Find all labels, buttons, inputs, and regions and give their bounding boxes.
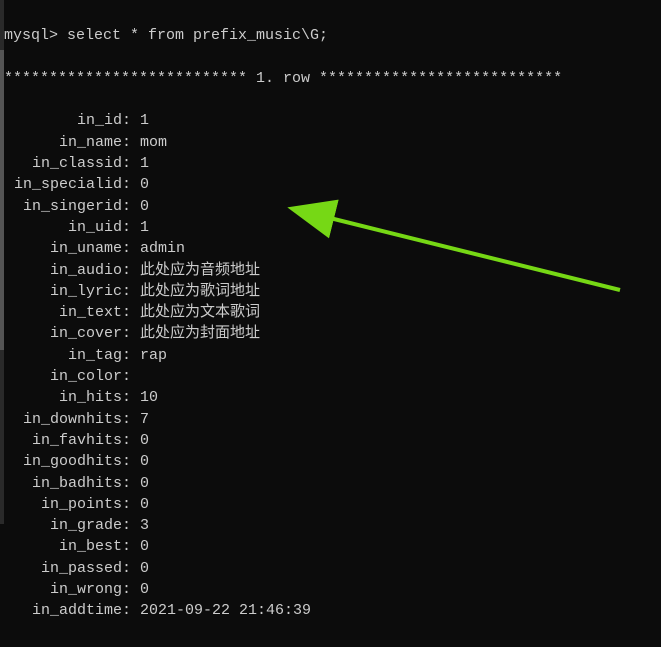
terminal-output: mysql> select * from prefix_music\G; ***… (0, 0, 661, 647)
field-name: in_downhits (4, 409, 122, 430)
field-name: in_grade (4, 515, 122, 536)
field-name: in_id (4, 110, 122, 131)
data-row: in_color: (4, 366, 661, 387)
field-value: 0 (140, 453, 149, 470)
data-row: in_specialid: 0 (4, 174, 661, 195)
data-row: in_singerid: 0 (4, 196, 661, 217)
data-row: in_lyric: 此处应为歌词地址 (4, 281, 661, 302)
field-name: in_uname (4, 238, 122, 259)
data-row: in_uid: 1 (4, 217, 661, 238)
field-name: in_uid (4, 217, 122, 238)
data-row: in_wrong: 0 (4, 579, 661, 600)
field-name: in_addtime (4, 600, 122, 621)
data-row: in_favhits: 0 (4, 430, 661, 451)
data-row: in_points: 0 (4, 494, 661, 515)
field-name: in_cover (4, 323, 122, 344)
field-name: in_name (4, 132, 122, 153)
data-row: in_uname: admin (4, 238, 661, 259)
data-row: in_best: 0 (4, 536, 661, 557)
field-value: 此处应为歌词地址 (140, 283, 260, 300)
field-value: 1 (140, 219, 149, 236)
field-value: rap (140, 347, 167, 364)
field-name: in_badhits (4, 473, 122, 494)
sql-prompt: mysql> select * from prefix_music\G; (4, 25, 661, 46)
field-value: 3 (140, 517, 149, 534)
field-value: 0 (140, 581, 149, 598)
data-row: in_hits: 10 (4, 387, 661, 408)
field-name: in_singerid (4, 196, 122, 217)
field-name: in_passed (4, 558, 122, 579)
field-value: 此处应为封面地址 (140, 325, 260, 342)
data-row: in_text: 此处应为文本歌词 (4, 302, 661, 323)
data-row: in_grade: 3 (4, 515, 661, 536)
field-name: in_hits (4, 387, 122, 408)
field-value: 0 (140, 475, 149, 492)
field-name: in_points (4, 494, 122, 515)
field-value: 0 (140, 176, 149, 193)
data-row: in_goodhits: 0 (4, 451, 661, 472)
field-name: in_best (4, 536, 122, 557)
field-name: in_tag (4, 345, 122, 366)
data-row: in_id: 1 (4, 110, 661, 131)
field-value: 此处应为文本歌词 (140, 304, 260, 321)
row-separator: *************************** 1. row *****… (4, 68, 661, 89)
field-value: 10 (140, 389, 158, 406)
field-value: 1 (140, 155, 149, 172)
field-value: 1 (140, 112, 149, 129)
field-value: 0 (140, 496, 149, 513)
data-row: in_badhits: 0 (4, 473, 661, 494)
field-name: in_wrong (4, 579, 122, 600)
data-row: in_passed: 0 (4, 558, 661, 579)
field-value: 2021-09-22 21:46:39 (140, 602, 311, 619)
field-value: admin (140, 240, 185, 257)
field-value: 7 (140, 411, 149, 428)
field-value: mom (140, 134, 167, 151)
field-name: in_goodhits (4, 451, 122, 472)
field-name: in_specialid (4, 174, 122, 195)
data-row: in_classid: 1 (4, 153, 661, 174)
field-value: 0 (140, 198, 149, 215)
data-row: in_audio: 此处应为音频地址 (4, 260, 661, 281)
field-value: 此处应为音频地址 (140, 262, 260, 279)
field-value: 0 (140, 432, 149, 449)
data-row: in_cover: 此处应为封面地址 (4, 323, 661, 344)
field-name: in_audio (4, 260, 122, 281)
data-row: in_name: mom (4, 132, 661, 153)
data-row: in_tag: rap (4, 345, 661, 366)
field-name: in_classid (4, 153, 122, 174)
field-name: in_favhits (4, 430, 122, 451)
data-row: in_downhits: 7 (4, 409, 661, 430)
data-row: in_addtime: 2021-09-22 21:46:39 (4, 600, 661, 621)
field-value: 0 (140, 538, 149, 555)
field-name: in_lyric (4, 281, 122, 302)
field-name: in_text (4, 302, 122, 323)
field-value: 0 (140, 560, 149, 577)
field-name: in_color (4, 366, 122, 387)
